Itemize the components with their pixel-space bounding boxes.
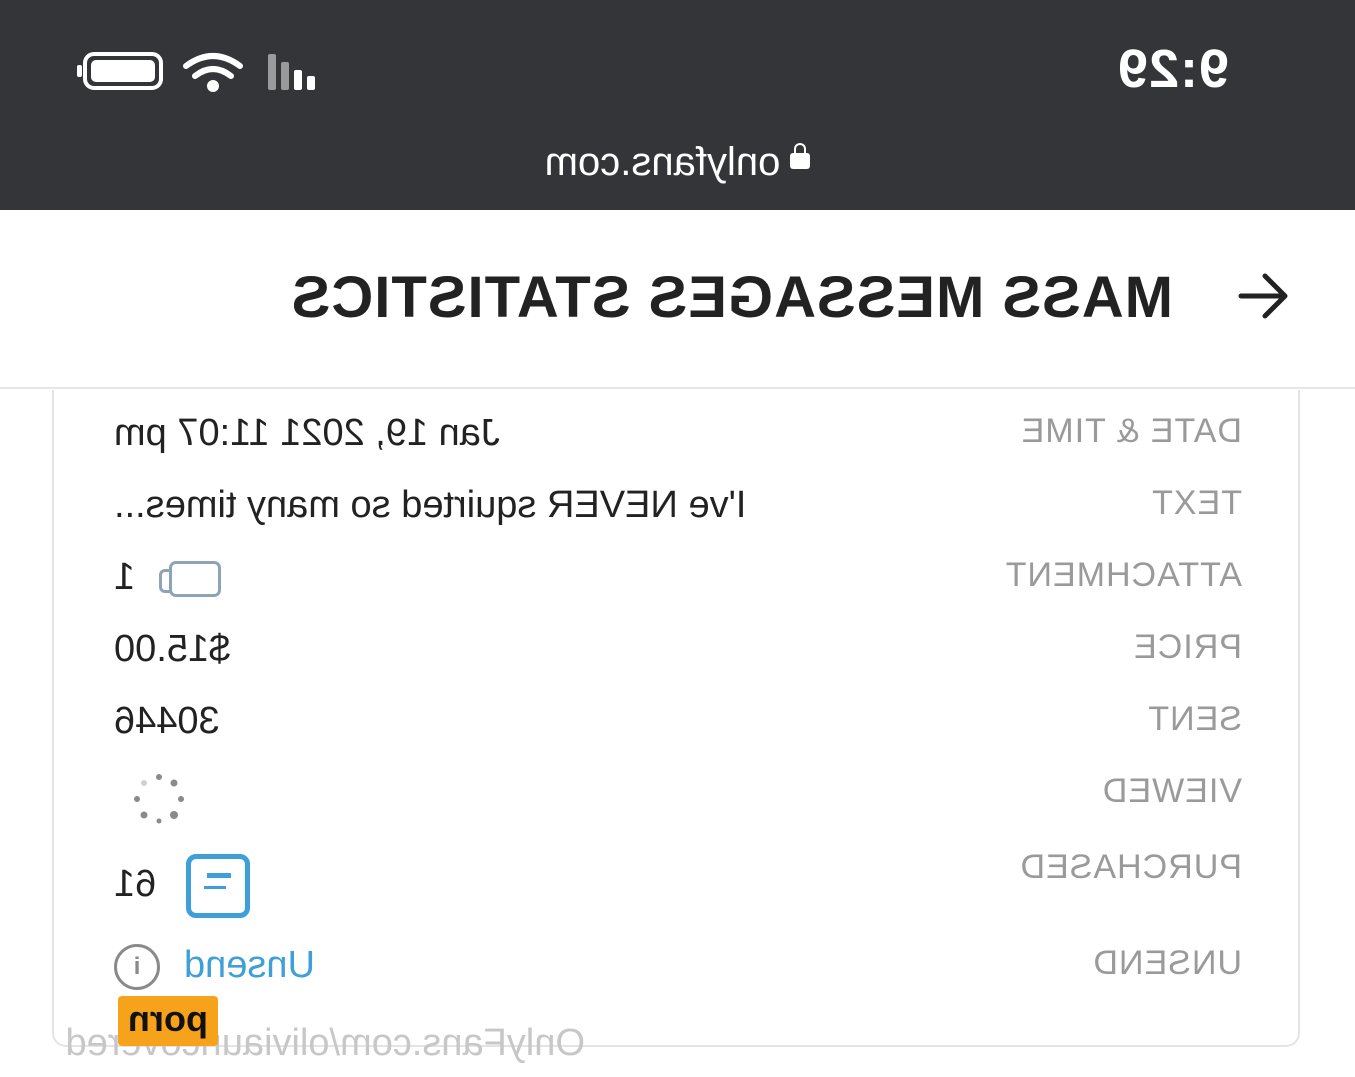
url-text: onlyfans.com	[544, 140, 781, 184]
purchased-value: 61	[114, 854, 280, 918]
unsend-link[interactable]: Unsend	[184, 944, 315, 986]
status-bar: 9:29 onlyfans.com	[0, 0, 1355, 210]
loading-spinner-icon	[134, 774, 184, 824]
unsend-label: UNSEND	[1092, 944, 1242, 982]
stats-card: DATE & TIME Jan 19, 2021 11:07 pm TEXT I…	[52, 390, 1300, 1047]
stat-row-unsend: UNSEND Unsendi	[54, 944, 1298, 1004]
battery-icon	[77, 52, 163, 90]
purchased-count: 61	[114, 863, 157, 906]
sent-value: 30446	[114, 700, 220, 742]
text-value: I've NEVER squirted so many times...	[114, 484, 747, 526]
price-value: $15.00	[114, 628, 231, 670]
text-label: TEXT	[1151, 484, 1242, 522]
stat-row-price: PRICE $15.00	[54, 628, 1298, 688]
lock-icon	[790, 153, 811, 169]
status-icons	[77, 52, 315, 92]
mirrored-screenshot: 9:29 onlyfans.com MASS MESSAGES STATISTI…	[0, 0, 1355, 1077]
sent-label: SENT	[1147, 700, 1242, 738]
wifi-icon	[183, 53, 243, 92]
stat-row-viewed: VIEWED	[54, 772, 1298, 832]
date-time-label: DATE & TIME	[1020, 412, 1242, 450]
stat-row-purchased: PURCHASED 61	[54, 848, 1298, 918]
stat-row-date-time: DATE & TIME Jan 19, 2021 11:07 pm	[54, 412, 1298, 472]
price-label: PRICE	[1133, 628, 1242, 666]
stat-row-sent: SENT 30446	[54, 700, 1298, 760]
page-header: MASS MESSAGES STATISTICS	[0, 210, 1355, 389]
signal-icon	[268, 54, 315, 90]
unsend-value: Unsendi	[114, 944, 315, 990]
back-arrow-icon[interactable]	[1233, 266, 1293, 326]
attachment-label: ATTACHMENT	[1004, 556, 1242, 594]
purchased-label: PURCHASED	[1019, 848, 1242, 886]
attachment-count: 1	[114, 556, 136, 598]
video-icon	[169, 560, 222, 597]
address-bar[interactable]: onlyfans.com	[0, 140, 1355, 185]
stat-row-attachment: ATTACHMENT 1	[54, 556, 1298, 616]
viewed-label: VIEWED	[1101, 772, 1242, 810]
watermark-badge: porn	[118, 996, 218, 1046]
info-icon[interactable]: i	[114, 944, 160, 990]
date-time-value: Jan 19, 2021 11:07 pm	[114, 412, 500, 454]
attachment-value: 1	[114, 556, 245, 599]
message-icon[interactable]	[186, 854, 251, 918]
page-title: MASS MESSAGES STATISTICS	[290, 265, 1173, 330]
status-time: 9:29	[1116, 39, 1229, 99]
stat-row-text: TEXT I've NEVER squirted so many times..…	[54, 484, 1298, 544]
